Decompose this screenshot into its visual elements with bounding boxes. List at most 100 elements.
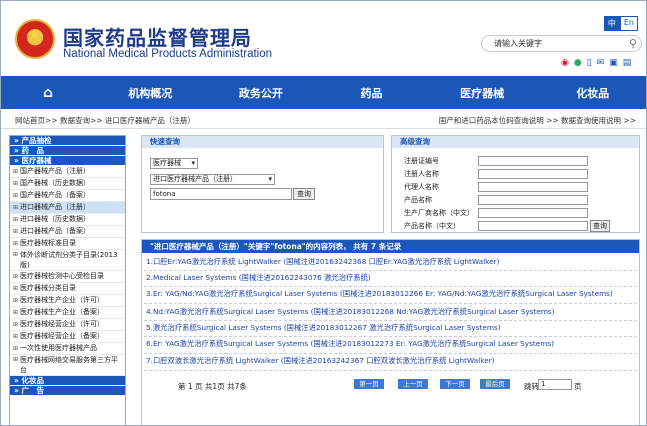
expand-icon: ⊞ [13,180,19,187]
nav-item-public[interactable]: 政务公开 [206,76,317,109]
expand-icon: ⊞ [13,345,19,352]
lang-cn-button[interactable]: 中 [603,16,620,31]
search-input[interactable] [494,37,624,50]
sidebar-item[interactable]: ⊞ 医疗器械经营企业（许可） [10,319,125,331]
product-cn-input[interactable] [478,221,588,231]
category-select[interactable]: 医疗器械 [150,158,198,169]
sidebar-item[interactable]: ⊞ 国产器械产品（注册） [10,166,125,178]
sidebar-head-cosmetics[interactable]: » 化妆品 [10,376,125,386]
field-label-manufacturer: 生产厂商名称（中文） [404,209,474,217]
sidebar-item[interactable]: ⊞ 一次性使用医疗器械产品 [10,343,125,355]
sidebar-item-label: 医疗器械分类目录 [20,284,77,292]
sidebar-item[interactable]: ⊞ 医疗器械分类目录 [10,283,125,295]
book-icon[interactable]: ▤ [623,58,632,68]
expand-icon: ⊞ [13,285,19,292]
expand-icon: ⊞ [13,204,19,211]
advanced-search-button[interactable]: 查询 [590,220,610,232]
divider [144,303,637,304]
sidebar-item[interactable]: ⊞ 国产器械产品（备案） [10,190,125,202]
result-item[interactable]: 4.Nd:YAG激光治疗系统Surgical Laser Systems (国械… [146,307,555,317]
expand-icon: ⊞ [13,356,19,363]
sidebar-item[interactable]: ⊞ 医疗器械检测中心受检目录 [10,271,125,283]
weibo-icon[interactable]: ◉ [561,58,569,68]
keyword-input[interactable]: fotona [150,188,292,200]
site-title-en[interactable]: National Medical Products Administration [63,48,272,60]
nav-item-devices[interactable]: 医疗器械 [427,76,538,109]
sidebar-item[interactable]: ⊞ 医疗器械生产企业（许可） [10,295,125,307]
sidebar-head-devices[interactable]: » 医疗器械 [10,156,125,166]
registrant-input[interactable] [478,169,588,179]
sidebar-head-drugs[interactable]: » 药 品 [10,146,125,156]
result-item[interactable]: 1.口腔Er:YAG激光治疗系统 LightWalker (国械注进201632… [146,257,499,267]
page-number-input[interactable]: 1 [538,379,572,390]
message-icon[interactable]: ▣ [609,58,618,68]
results-panel: "进口医疗器械产品（注册）"关键字"fotona"的内容列表， 共有 7 条记录… [141,239,640,425]
sidebar-item-label: 体外诊断试剂分类子目录(2013版) [20,251,118,269]
divider [144,270,637,271]
expand-icon: ⊞ [13,228,19,235]
result-item[interactable]: 2.Medical Laser Systems (国械注进20162243076… [146,273,371,283]
sidebar-item[interactable]: ⊞ 进口器械产品（备案） [10,226,125,238]
wechat-icon[interactable]: ● [574,58,582,68]
search-icon[interactable]: ⚲ [629,37,637,50]
divider [144,370,637,371]
email-icon[interactable]: ✉ [597,58,605,68]
product-input[interactable] [478,195,588,205]
field-label-registrant: 注册人名称 [404,170,439,178]
prev-page-button[interactable]: 上一页 [398,379,428,389]
sidebar-item[interactable]: ⊞ 医疗器械经营企业（备案） [10,331,125,343]
sidebar-item-label: 进口器械产品（注册） [20,203,91,211]
sidebar-item-label: 国产器械产品（注册） [20,167,91,175]
site-header: 国家药品监督管理局 National Medical Products Admi… [1,1,646,75]
result-item[interactable]: 3.Er: YAG/Nd:YAG激光治疗系统Surgical Laser Sys… [146,289,613,299]
sidebar-item-label: 医疗器械标准目录 [20,239,77,247]
result-item[interactable]: 6.Er: YAG激光治疗系统Surgical Laser Systems (国… [146,339,554,349]
database-select[interactable]: 进口医疗器械产品（注册） [150,174,275,185]
mobile-icon[interactable]: ▯ [587,58,592,68]
sidebar-item-label: 进口器械（历史数据） [20,215,91,223]
sidebar-item[interactable]: ⊞ 进口器械（历史数据） [10,214,125,226]
last-page-button[interactable]: 最后页 [480,379,510,389]
result-item[interactable]: 5.激光治疗系统Surgical Laser Systems (国械注进2018… [146,323,501,333]
sidebar-item-label: 进口器械产品（备案） [20,227,91,235]
sidebar-item-active[interactable]: ⊞ 进口器械产品（注册） [10,202,125,214]
lang-en-button[interactable]: En [619,16,638,31]
breadcrumb-path[interactable]: 网站首页>> 数据查询>> 进口医疗器械产品（注册） [15,115,195,126]
first-page-button[interactable]: 第一页 [354,379,384,389]
nav-item-about[interactable]: 机构概况 [95,76,206,109]
expand-icon: ⊞ [13,251,19,258]
advanced-search-panel: 高级查询 注册证编号 注册人名称 代理人名称 产品名称 生产厂商名称（中文） 产… [391,135,640,233]
language-switch: 中 En [603,16,638,31]
expand-icon: ⊞ [13,216,19,223]
nav-item-cosmetics[interactable]: 化妆品 [537,76,646,109]
result-item[interactable]: 7.口腔双波长激光治疗系统 LightWalker (国械注进201632423… [146,356,495,366]
quick-search-button[interactable]: 查询 [293,188,315,200]
sidebar-item-label: 医疗器械检测中心受检目录 [20,272,105,280]
manufacturer-input[interactable] [478,208,588,218]
page-unit-label: 页 [574,382,582,391]
sidebar-item-label: 一次性使用医疗器械产品 [20,344,98,352]
site-title-cn[interactable]: 国家药品监督管理局 [63,22,252,51]
sidebar-head-sampling[interactable]: » 产品抽检 [10,136,125,146]
sidebar-head-ads[interactable]: » 广 告 [10,386,125,396]
sidebar-item[interactable]: ⊞ 医疗器械生产企业（备案） [10,307,125,319]
expand-icon: ⊞ [13,192,19,199]
expand-icon: ⊞ [13,297,19,304]
national-emblem-icon [15,19,55,59]
nav-item-drugs[interactable]: 药品 [316,76,427,109]
field-label-product-cn: 产品名称（中文） [404,222,460,230]
sidebar-item[interactable]: ⊞ 体外诊断试剂分类子目录(2013版) [10,250,125,271]
nav-home-icon[interactable]: ⌂ [1,76,95,109]
reg-no-input[interactable] [478,156,588,166]
agent-input[interactable] [478,182,588,192]
divider [144,353,637,354]
sidebar-item[interactable]: ⊞ 医疗器械标准目录 [10,238,125,250]
expand-icon: ⊞ [13,321,19,328]
next-page-button[interactable]: 下一页 [440,379,470,389]
jump-label: 跳转 [524,382,539,391]
sidebar: » 产品抽检 » 药 品 » 医疗器械 ⊞ 国产器械产品（注册） ⊞ 国产器械（历史… [9,135,126,425]
sidebar-item-label: 国产器械（历史数据） [20,179,91,187]
breadcrumb-help-links[interactable]: 国产和进口药品本位码查询说明 >> 数据查询使用说明 >> [439,115,636,126]
sidebar-item[interactable]: ⊞ 国产器械（历史数据） [10,178,125,190]
sidebar-item[interactable]: ⊞ 医疗器械网络交易服务第三方平台 [10,355,125,376]
